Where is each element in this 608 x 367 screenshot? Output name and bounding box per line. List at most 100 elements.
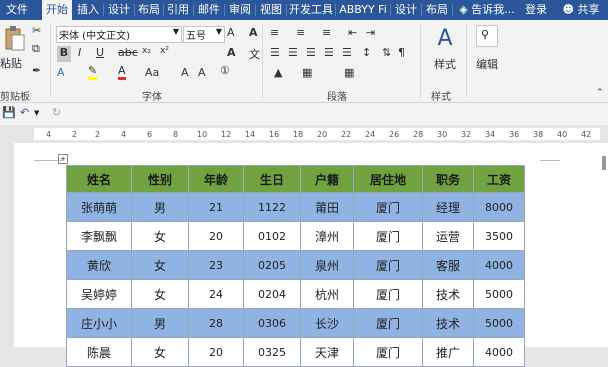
text-effects-icon[interactable]: A xyxy=(57,66,65,79)
table-cell[interactable]: 男 xyxy=(131,308,189,338)
table-cell[interactable]: 4000 xyxy=(473,250,525,280)
tab-mailings[interactable]: 邮件 xyxy=(195,0,223,20)
line-spacing-icon[interactable]: ↕ xyxy=(362,46,371,59)
column-header[interactable]: 职务 xyxy=(422,165,474,193)
table-cell[interactable]: 女 xyxy=(131,279,189,309)
table-cell[interactable]: 推广 xyxy=(422,337,474,367)
shading-icon[interactable]: ▲ xyxy=(274,66,282,79)
table-cell[interactable]: 5000 xyxy=(473,308,525,338)
enclose-char-icon[interactable]: ① xyxy=(220,64,230,77)
column-header[interactable]: 生日 xyxy=(243,165,301,193)
font-grow-icon[interactable]: A xyxy=(227,26,235,39)
table-cell[interactable]: 5000 xyxy=(473,279,525,309)
sort-icon[interactable]: ⇅ xyxy=(382,46,391,59)
edit-button-label[interactable]: 编辑 xyxy=(474,56,500,72)
table-cell[interactable]: 漳州 xyxy=(300,221,354,251)
tab-view[interactable]: 视图 xyxy=(257,0,285,20)
table-cell[interactable]: 厦门 xyxy=(353,337,423,367)
table-cell[interactable]: 长沙 xyxy=(300,308,354,338)
table-cell[interactable]: 3500 xyxy=(473,221,525,251)
table-cell[interactable]: 庄小小 xyxy=(66,308,132,338)
column-header[interactable]: 工资 xyxy=(473,165,525,193)
vertical-ruler[interactable] xyxy=(0,143,14,347)
table-move-handle-icon[interactable]: + xyxy=(58,154,68,164)
paste-icon[interactable] xyxy=(2,24,26,54)
bullets-icon[interactable]: ≡ xyxy=(270,26,279,39)
distributed-icon[interactable]: ☰ xyxy=(342,46,352,59)
tab-file[interactable]: 文件 xyxy=(0,0,34,20)
table-cell[interactable]: 泉州 xyxy=(300,250,354,280)
table-cell[interactable]: 杭州 xyxy=(300,279,354,309)
bold-icon[interactable]: B xyxy=(57,46,71,62)
highlight-icon[interactable]: ✎ xyxy=(88,64,98,80)
phonetic-icon[interactable]: 文 xyxy=(249,46,260,62)
table-cell[interactable]: 0325 xyxy=(243,337,301,367)
table-cell[interactable]: 厦门 xyxy=(353,221,423,251)
table-cell[interactable]: 黄欣 xyxy=(66,250,132,280)
styles-button-label[interactable]: 样式 xyxy=(430,56,460,72)
show-marks-icon[interactable]: ¶ xyxy=(398,46,405,59)
table-cell[interactable]: 运营 xyxy=(422,221,474,251)
table-cell[interactable]: 23 xyxy=(188,250,244,280)
change-case-icon[interactable]: Aa xyxy=(145,66,159,79)
tab-table-layout[interactable]: 布局 xyxy=(423,0,451,20)
subscript-icon[interactable]: x₂ xyxy=(142,46,151,56)
tab-insert[interactable]: 插入 xyxy=(74,0,102,20)
borders-icon[interactable]: ▦ xyxy=(302,66,312,79)
chevron-down-icon[interactable]: ▼ xyxy=(34,109,39,117)
table-cell[interactable]: 天津 xyxy=(300,337,354,367)
table-cell[interactable]: 厦门 xyxy=(353,192,423,222)
table-cell[interactable]: 0205 xyxy=(243,250,301,280)
table-cell[interactable]: 0102 xyxy=(243,221,301,251)
tell-me-search[interactable]: ◈ 告诉我... xyxy=(458,0,516,20)
table-cell[interactable]: 21 xyxy=(188,192,244,222)
table-cell[interactable]: 0204 xyxy=(243,279,301,309)
table-cell[interactable]: 1122 xyxy=(243,192,301,222)
char-shading-icon[interactable]: A xyxy=(181,66,189,79)
clear-format-icon[interactable]: A xyxy=(227,46,236,59)
tab-table-design[interactable]: 设计 xyxy=(392,0,420,20)
login-button[interactable]: 登录 xyxy=(520,0,552,20)
styles-icon[interactable]: A xyxy=(430,26,460,51)
table-cell[interactable]: 吴婷婷 xyxy=(66,279,132,309)
italic-icon[interactable]: I xyxy=(78,46,81,59)
column-header[interactable]: 居住地 xyxy=(353,165,423,193)
tab-design[interactable]: 设计 xyxy=(105,0,133,20)
collapse-ribbon-icon[interactable]: ⌃ xyxy=(596,88,604,98)
table-cell[interactable]: 技术 xyxy=(422,308,474,338)
font-shrink-icon[interactable]: A xyxy=(249,26,258,39)
format-painter-icon[interactable]: ✒ xyxy=(32,64,41,77)
underline-icon[interactable]: U xyxy=(96,46,104,59)
table-cell[interactable]: 0306 xyxy=(243,308,301,338)
share-button[interactable]: ☻ 共享 xyxy=(556,0,606,20)
table-cell[interactable]: 陈晨 xyxy=(66,337,132,367)
strikethrough-icon[interactable]: abc xyxy=(118,46,138,59)
numbering-icon[interactable]: ≡ xyxy=(296,26,305,39)
table-cell[interactable]: 24 xyxy=(188,279,244,309)
table-cell[interactable]: 莆田 xyxy=(300,192,354,222)
table-cell[interactable]: 8000 xyxy=(473,192,525,222)
cut-icon[interactable]: ✂ xyxy=(32,24,41,37)
column-header[interactable]: 年龄 xyxy=(188,165,244,193)
table-cell[interactable]: 女 xyxy=(131,337,189,367)
column-header[interactable]: 性别 xyxy=(131,165,189,193)
tab-review[interactable]: 审阅 xyxy=(226,0,254,20)
tab-home[interactable]: 开始 xyxy=(42,0,72,20)
table-cell[interactable]: 厦门 xyxy=(353,308,423,338)
table-cell[interactable]: 28 xyxy=(188,308,244,338)
decrease-indent-icon[interactable]: ⇤ xyxy=(348,26,357,39)
align-right-icon[interactable]: ☰ xyxy=(306,46,316,59)
align-center-icon[interactable]: ☰ xyxy=(288,46,298,59)
find-icon[interactable]: ⚲ xyxy=(476,25,498,47)
employee-table[interactable]: 姓名 性别 年龄 生日 户籍 居住地 职务 工资 张萌萌 男 21 1122 莆… xyxy=(66,165,525,367)
multilevel-list-icon[interactable]: ≡ xyxy=(322,26,331,39)
font-color-icon[interactable]: A xyxy=(118,64,126,80)
tab-abbyy[interactable]: ABBYY Fi xyxy=(337,0,389,20)
font-name-select[interactable]: 宋体 (中文正文) ▼ xyxy=(56,26,182,43)
table-cell[interactable]: 20 xyxy=(188,337,244,367)
table-cell[interactable]: 李飘飘 xyxy=(66,221,132,251)
table-cell[interactable]: 4000 xyxy=(473,337,525,367)
redo-icon[interactable]: ↻ xyxy=(52,106,61,119)
tab-layout[interactable]: 布局 xyxy=(136,0,162,20)
undo-icon[interactable]: ↶ xyxy=(20,106,29,119)
